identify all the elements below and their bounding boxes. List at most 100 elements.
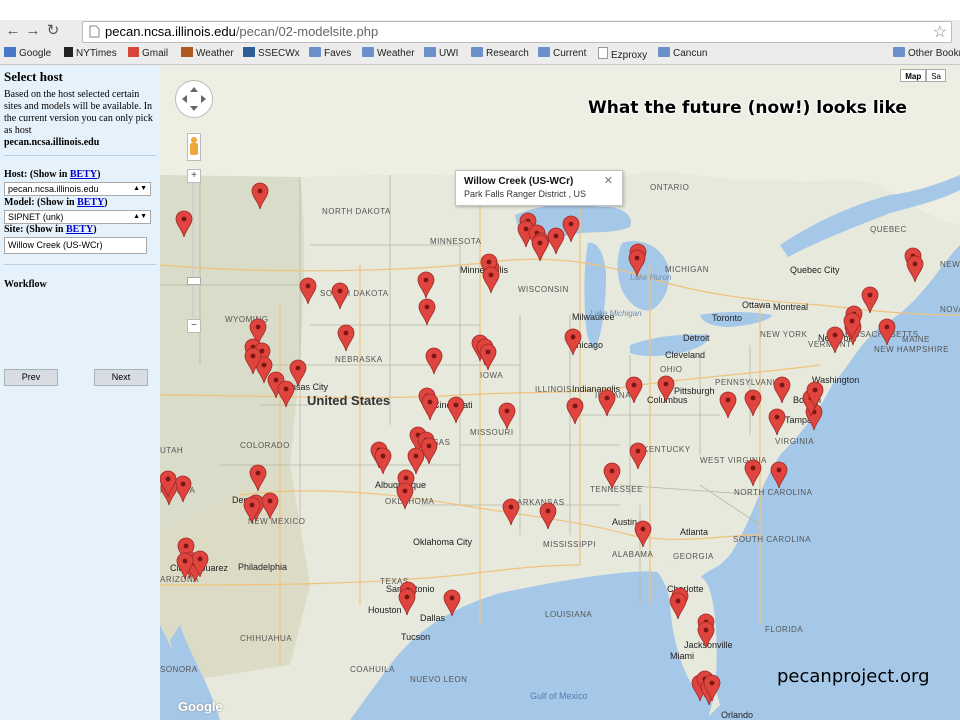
map-marker-icon[interactable] — [768, 408, 786, 436]
bookmark-gmail[interactable]: Gmail — [128, 47, 168, 61]
map-marker-icon[interactable] — [374, 447, 392, 475]
ssecwx-icon — [243, 47, 255, 57]
top-margin — [0, 0, 960, 20]
model-select[interactable]: SIPNET (unk) ▲▼ — [4, 210, 151, 224]
map-marker-icon[interactable] — [443, 589, 461, 617]
page-icon — [598, 47, 608, 59]
map-marker-icon[interactable] — [603, 462, 621, 490]
bookmark-weather-folder[interactable]: Weather — [362, 47, 415, 61]
reload-icon[interactable]: ↻ — [44, 22, 62, 40]
map-marker-icon[interactable] — [861, 286, 879, 314]
map-marker-icon[interactable] — [299, 277, 317, 305]
map-marker-icon[interactable] — [277, 380, 295, 408]
overlay-credit: pecanproject.org — [777, 666, 930, 687]
map-marker-icon[interactable] — [657, 375, 675, 403]
map-marker-icon[interactable] — [417, 271, 435, 299]
map-marker-icon[interactable] — [498, 402, 516, 430]
bookmark-nytimes[interactable]: NYTimes — [64, 47, 117, 61]
map-marker-icon[interactable] — [625, 376, 643, 404]
map-marker-icon[interactable] — [289, 359, 307, 387]
browser-chrome: ← → ↻ pecan.ncsa.illinois.edu/pecan/02-m… — [0, 20, 960, 65]
google-logo: Google — [178, 699, 223, 714]
bookmark-uwi[interactable]: UWI — [424, 47, 458, 61]
info-window-title: Willow Creek (US-WCr) — [464, 176, 574, 187]
map-marker-icon[interactable] — [744, 459, 762, 487]
url-host: pecan.ncsa.illinois.edu — [105, 24, 236, 39]
url-text: pecan.ncsa.illinois.edu/pecan/02-modelsi… — [105, 24, 378, 39]
folder-icon — [362, 47, 374, 57]
forward-arrow-icon[interactable]: → — [24, 22, 42, 40]
select-arrow-icon: ▲▼ — [133, 185, 147, 192]
map-marker-icon[interactable] — [243, 496, 261, 524]
bookmark-cancun[interactable]: Cancun — [658, 47, 707, 61]
bookmark-weather[interactable]: Weather — [181, 47, 234, 61]
folder-icon — [893, 47, 905, 57]
host-select[interactable]: pecan.ncsa.illinois.edu ▲▼ — [4, 182, 151, 196]
site-bety-link[interactable]: BETY — [66, 224, 93, 235]
map-marker-icon[interactable] — [482, 266, 500, 294]
map-marker-icon[interactable] — [425, 347, 443, 375]
close-icon[interactable]: ✕ — [604, 174, 613, 187]
map-marker-icon[interactable] — [174, 475, 192, 503]
bookmark-faves[interactable]: Faves — [309, 47, 351, 61]
site-input[interactable]: Willow Creek (US-WCr) — [4, 237, 147, 254]
map-marker-icon[interactable] — [418, 298, 436, 326]
host-default: pecan.ncsa.illinois.edu — [4, 137, 100, 148]
back-arrow-icon[interactable]: ← — [4, 22, 22, 40]
model-bety-link[interactable]: BETY — [77, 197, 104, 208]
map-marker-icon[interactable] — [539, 502, 557, 530]
map-marker-icon[interactable] — [479, 343, 497, 371]
map-marker-icon[interactable] — [770, 461, 788, 489]
map-marker-icon[interactable] — [744, 389, 762, 417]
map-marker-icon[interactable] — [407, 447, 425, 475]
map-marker-icon[interactable] — [331, 282, 349, 310]
map-marker-icon[interactable] — [337, 324, 355, 352]
map-marker-icon[interactable] — [826, 326, 844, 354]
folder-icon — [658, 47, 670, 57]
map-marker-icon[interactable] — [531, 234, 549, 262]
map-marker-icon[interactable] — [547, 227, 565, 255]
map-marker-icon[interactable] — [447, 396, 465, 424]
map-marker-icon[interactable] — [398, 588, 416, 616]
prev-button[interactable]: Prev — [4, 369, 58, 386]
map-marker-icon[interactable] — [566, 397, 584, 425]
map-view[interactable]: Map Sa + − NORTH DAKOTA SOUTH DAKOTA MINNE… — [160, 65, 960, 720]
bookmark-google[interactable]: Google — [4, 47, 51, 61]
bookmark-research[interactable]: Research — [471, 47, 529, 61]
map-marker-icon[interactable] — [175, 210, 193, 238]
map-marker-icon[interactable] — [628, 249, 646, 277]
bookmark-current[interactable]: Current — [538, 47, 586, 61]
sidebar-title: Select host — [4, 69, 63, 84]
map-marker-icon[interactable] — [906, 255, 924, 283]
nytimes-icon — [64, 47, 73, 57]
map-marker-icon[interactable] — [562, 215, 580, 243]
map-marker-icon[interactable] — [261, 492, 279, 520]
map-marker-icon[interactable] — [598, 389, 616, 417]
folder-icon — [471, 47, 483, 57]
bookmark-ezproxy[interactable]: Ezproxy — [598, 47, 647, 61]
map-marker-icon[interactable] — [251, 182, 269, 210]
map-marker-icon[interactable] — [634, 520, 652, 548]
folder-icon — [538, 47, 550, 57]
map-marker-icon[interactable] — [396, 482, 414, 510]
map-marker-icon[interactable] — [773, 376, 791, 404]
host-bety-link[interactable]: BETY — [70, 169, 97, 180]
map-marker-icon[interactable] — [421, 393, 439, 421]
address-bar[interactable]: pecan.ncsa.illinois.edu/pecan/02-modelsi… — [82, 21, 952, 43]
map-marker-icon[interactable] — [697, 621, 715, 649]
map-marker-icon[interactable] — [669, 592, 687, 620]
next-button[interactable]: Next — [94, 369, 148, 386]
bookmark-star-icon[interactable]: ☆ — [933, 22, 947, 42]
map-marker-icon[interactable] — [629, 442, 647, 470]
sidebar-description: Based on the host selected certain sites… — [4, 89, 153, 148]
page-icon — [89, 25, 100, 38]
site-markers — [160, 182, 924, 706]
map-marker-icon[interactable] — [878, 318, 896, 346]
bookmark-ssecwx[interactable]: SSECWx — [243, 47, 300, 61]
map-marker-icon[interactable] — [719, 391, 737, 419]
map-marker-icon[interactable] — [564, 328, 582, 356]
overlay-title: What the future (now!) looks like — [588, 98, 907, 118]
map-marker-icon[interactable] — [249, 464, 267, 492]
map-marker-icon[interactable] — [502, 498, 520, 526]
bookmark-other[interactable]: Other Bookm — [893, 47, 960, 61]
